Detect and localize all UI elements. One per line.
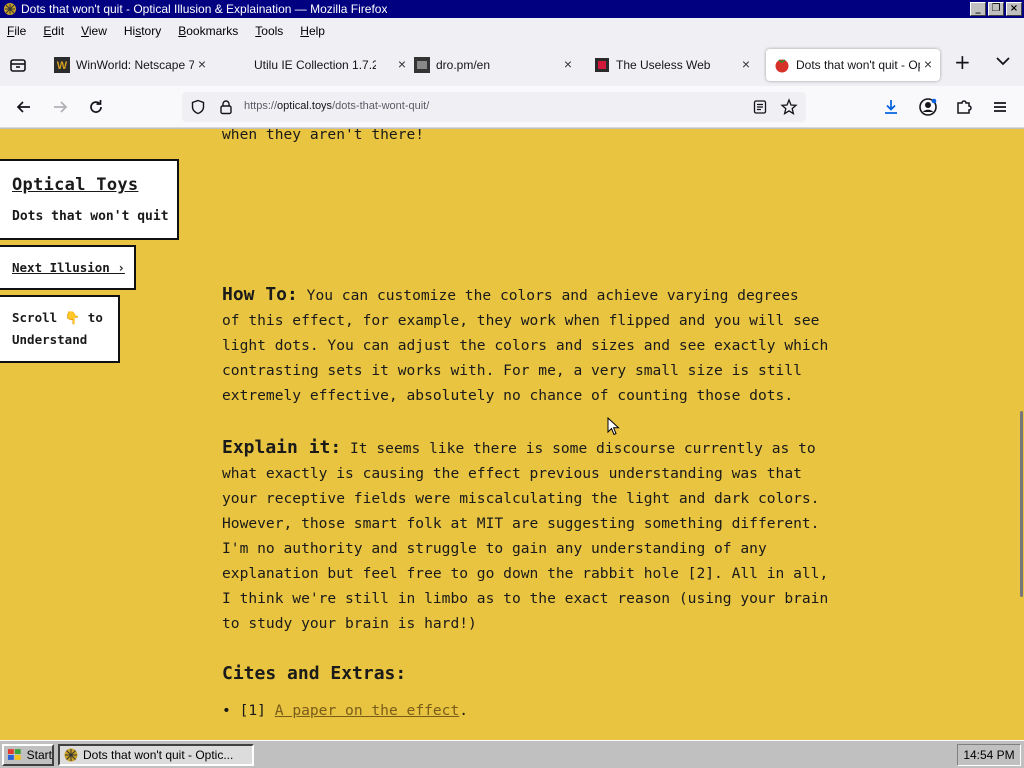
- firefox-task-icon: [64, 748, 78, 762]
- firefox-app-icon: [3, 2, 17, 16]
- reload-button[interactable]: [83, 94, 109, 120]
- window-title-bar[interactable]: Dots that won't quit - Optical Illusion …: [0, 0, 1024, 18]
- scroll-hint-text: Scroll 👇 to Understand: [12, 310, 103, 347]
- tab-utilu[interactable]: Utilu IE Collection 1.7.2.1 | ×: [254, 49, 414, 81]
- puzzle-piece-icon: [957, 100, 972, 114]
- new-tab-button[interactable]: +: [954, 52, 971, 72]
- tab-dots-active[interactable]: Dots that won't quit - Optic ×: [766, 49, 940, 81]
- window-title: Dots that won't quit - Optical Illusion …: [21, 2, 388, 16]
- page-scrollbar[interactable]: [1018, 129, 1024, 740]
- restore-button[interactable]: ❐: [988, 2, 1004, 16]
- scroll-hint-card: Scroll 👇 to Understand: [0, 295, 120, 363]
- tab-dropm[interactable]: dro.pm/en ×: [414, 49, 580, 81]
- account-button[interactable]: [915, 94, 941, 120]
- tab-label: Dots that won't quit - Optic: [796, 58, 920, 72]
- next-illusion-link[interactable]: Next Illusion ›: [12, 260, 125, 275]
- tomato-favicon: [774, 57, 790, 73]
- windows-logo-icon: [7, 749, 21, 760]
- tab-winworld[interactable]: W WinWorld: Netscape 7.2 ( ×: [54, 49, 214, 81]
- reload-icon: [90, 100, 102, 113]
- cite-paper-link[interactable]: A paper on the effect: [275, 702, 460, 719]
- explain-heading: Explain it:: [222, 437, 342, 458]
- next-illusion-card[interactable]: Next Illusion ›: [0, 245, 136, 290]
- tab-close-icon[interactable]: ×: [198, 57, 206, 71]
- tab-close-icon[interactable]: ×: [742, 57, 750, 71]
- back-arrow-icon: [16, 101, 30, 113]
- taskbar-firefox-task[interactable]: Dots that won't quit - Optic...: [58, 744, 254, 766]
- forward-button[interactable]: [47, 94, 73, 120]
- tab-label: dro.pm/en: [436, 58, 491, 72]
- task-label: Dots that won't quit - Optic...: [83, 748, 234, 762]
- pointing-down-emoji: 👇: [64, 310, 81, 325]
- back-button[interactable]: [11, 94, 37, 120]
- tab-label: WinWorld: Netscape 7.2 (: [76, 58, 194, 72]
- forward-arrow-icon: [54, 101, 68, 113]
- navigation-toolbar: https://optical.toys/dots-that-wont-quit…: [0, 86, 1024, 128]
- taskbar: Start Dots that won't quit - Optic... 14…: [0, 740, 1024, 768]
- svg-text:W: W: [57, 60, 68, 72]
- dropm-favicon: [414, 57, 430, 73]
- firefox-view-button[interactable]: [0, 44, 36, 86]
- explain-paragraph: Explain it: It seems like there is some …: [222, 437, 829, 632]
- hamburger-menu-icon: [994, 102, 1006, 112]
- tab-close-icon[interactable]: ×: [564, 57, 572, 71]
- chevron-down-icon: [996, 57, 1010, 66]
- tab-close-icon[interactable]: ×: [398, 57, 406, 71]
- download-icon: [885, 100, 897, 114]
- downloads-button[interactable]: [878, 94, 904, 120]
- site-title[interactable]: Optical Toys: [12, 175, 138, 195]
- menu-help[interactable]: Help: [300, 24, 325, 38]
- minimize-button[interactable]: _: [970, 2, 986, 16]
- useless-web-favicon: [594, 57, 610, 73]
- page-content[interactable]: when they aren't there! Optical Toys Dot…: [0, 129, 1024, 740]
- howto-paragraph: How To: You can customize the colors and…: [222, 284, 829, 404]
- tracking-protection-shield-icon[interactable]: [190, 99, 206, 118]
- url-bar[interactable]: https://optical.toys/dots-that-wont-quit…: [182, 92, 806, 122]
- menu-tools[interactable]: Tools: [255, 24, 283, 38]
- tab-label: Utilu IE Collection 1.7.2.1 |: [254, 58, 376, 72]
- reader-view-icon[interactable]: [752, 99, 768, 118]
- cites-heading: Cites and Extras:: [222, 663, 407, 684]
- menu-bookmarks[interactable]: Bookmarks: [178, 24, 238, 38]
- system-clock: 14:54 PM: [957, 744, 1021, 766]
- lock-icon[interactable]: [218, 99, 234, 118]
- close-button[interactable]: ×: [1006, 2, 1022, 16]
- illusion-title: Dots that won't quit: [12, 209, 169, 224]
- list-all-tabs-button[interactable]: [995, 55, 1011, 70]
- menu-file[interactable]: File: [7, 24, 26, 38]
- tab-useless-web[interactable]: The Useless Web ×: [594, 49, 758, 81]
- start-button[interactable]: Start: [2, 744, 54, 766]
- top-text-fragment: when they aren't there!: [222, 129, 425, 143]
- menu-edit[interactable]: Edit: [43, 24, 64, 38]
- howto-heading: How To:: [222, 284, 298, 305]
- extensions-button[interactable]: [951, 94, 977, 120]
- menu-view[interactable]: View: [81, 24, 107, 38]
- tab-label: The Useless Web: [616, 58, 711, 72]
- url-text[interactable]: https://optical.toys/dots-that-wont-quit…: [244, 100, 429, 112]
- menu-history[interactable]: History: [124, 24, 161, 38]
- menu-bar: File Edit View History Bookmarks Tools H…: [0, 18, 1024, 44]
- account-icon: [919, 98, 937, 116]
- site-title-card: Optical Toys Dots that won't quit: [0, 159, 179, 240]
- mouse-cursor-icon: [607, 417, 620, 436]
- tab-close-icon[interactable]: ×: [924, 57, 932, 71]
- cite-list-item: • [1] A paper on the effect.: [222, 702, 469, 719]
- bookmark-star-icon[interactable]: [780, 98, 798, 119]
- winworld-favicon: W: [54, 57, 70, 73]
- app-menu-button[interactable]: [987, 94, 1013, 120]
- scrollbar-thumb[interactable]: [1020, 411, 1023, 597]
- firefox-view-icon: [10, 59, 26, 72]
- start-label: Start: [26, 748, 52, 762]
